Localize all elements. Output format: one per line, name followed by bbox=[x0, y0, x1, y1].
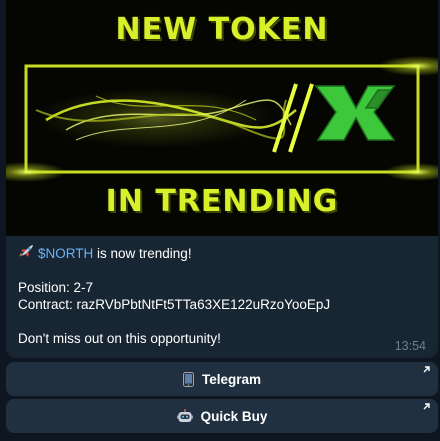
telegram-button-label: Telegram bbox=[201, 371, 262, 387]
message-bubble: NEW TOKEN IN TRENDING $NORTH is now tren… bbox=[6, 0, 438, 358]
banner-image[interactable]: NEW TOKEN IN TRENDING bbox=[6, 0, 438, 236]
quick-buy-button[interactable]: Quick Buy bbox=[6, 399, 438, 433]
external-link-arrow-icon bbox=[422, 365, 431, 374]
token-ticker-link[interactable]: $NORTH bbox=[38, 246, 93, 261]
message-text: $NORTH is now trending! Position: 2-7 Co… bbox=[18, 244, 428, 347]
message-time: 13:54 bbox=[394, 339, 426, 353]
external-link-arrow-icon bbox=[422, 402, 431, 411]
banner-bottom-text: IN TRENDING bbox=[105, 184, 339, 219]
trending-text: is now trending! bbox=[93, 246, 192, 261]
rocket-icon bbox=[18, 244, 34, 262]
banner-top-text: NEW TOKEN bbox=[115, 12, 329, 47]
robot-icon bbox=[176, 408, 193, 424]
position-line: Position: 2-7 bbox=[18, 280, 94, 295]
trending-line: $NORTH is now trending! bbox=[18, 244, 428, 262]
phone-icon bbox=[182, 371, 194, 387]
contract-line: Contract: razRVbPbtNtFt5TTa63XE122uRzoYo… bbox=[18, 297, 331, 312]
telegram-button[interactable]: Telegram bbox=[6, 362, 438, 396]
quick-buy-button-label: Quick Buy bbox=[200, 408, 268, 424]
cta-line: Don't miss out on this opportunity! bbox=[18, 331, 221, 346]
